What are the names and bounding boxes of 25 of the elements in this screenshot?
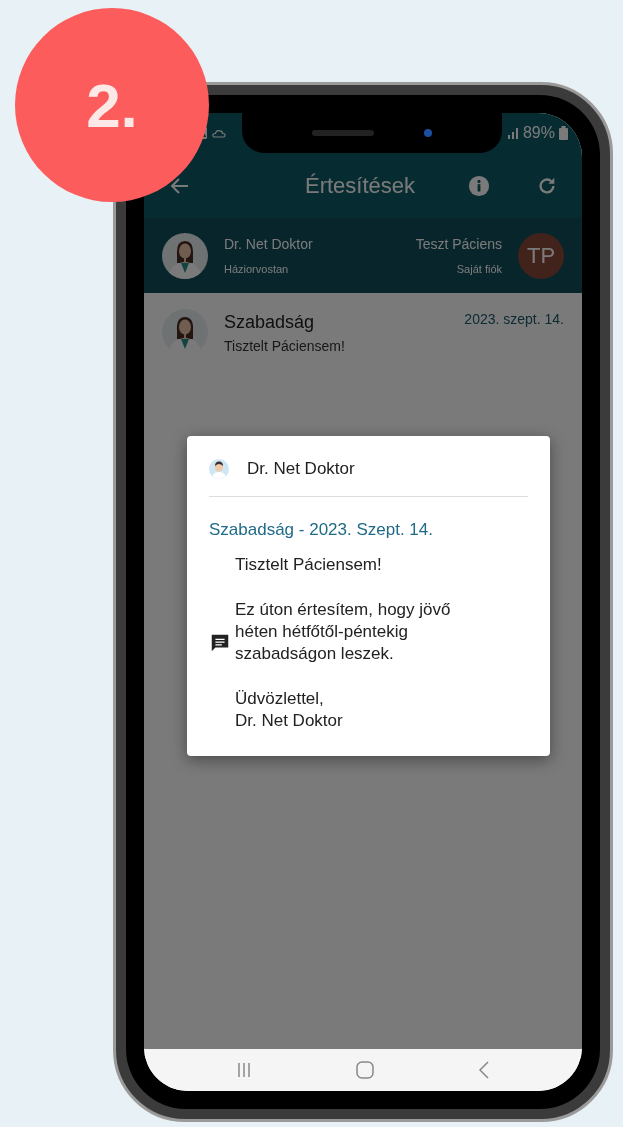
patient-avatar[interactable]: TP (518, 232, 564, 279)
notification-preview: Tisztelt Páciensem! (224, 337, 345, 356)
patient-name: Teszt Páciens (415, 234, 502, 254)
message-title: Szabadság - 2023. Szept. 14. (209, 518, 434, 541)
battery-icon (559, 126, 568, 140)
notification-title: Szabadság (224, 311, 316, 334)
signal-icon (506, 127, 519, 139)
screen-title: Értesítések (303, 172, 416, 200)
doctor-specialty: Háziorvostan (224, 261, 290, 277)
back-icon[interactable] (477, 1060, 491, 1080)
info-icon[interactable] (468, 174, 490, 197)
sender-name: Dr. Net Doktor (247, 458, 355, 480)
message-paragraph: Tisztelt Páciensem! (235, 554, 383, 576)
recent-apps-icon[interactable] (235, 1061, 253, 1079)
doctor-avatar-icon (209, 458, 229, 479)
message-paragraph: Ez úton értesítem, hogy jövő héten hétfőtől-péntekig szabadságon leszek. (235, 599, 451, 665)
battery-percentage: 89% (522, 123, 555, 143)
home-icon[interactable] (355, 1060, 375, 1080)
notification-item[interactable]: Szabadság Tisztelt Páciensem! 2023. szept. 14. (144, 293, 582, 369)
account-label: Saját fiók (456, 261, 502, 277)
cloud-icon (212, 127, 226, 139)
message-paragraph: Üdvözlettel, Dr. Net Doktor (235, 688, 344, 732)
notification-date: 2023. szept. 14. (464, 310, 564, 329)
step-badge: 2. (15, 8, 209, 202)
doctor-name: Dr. Net Doktor (224, 234, 313, 254)
